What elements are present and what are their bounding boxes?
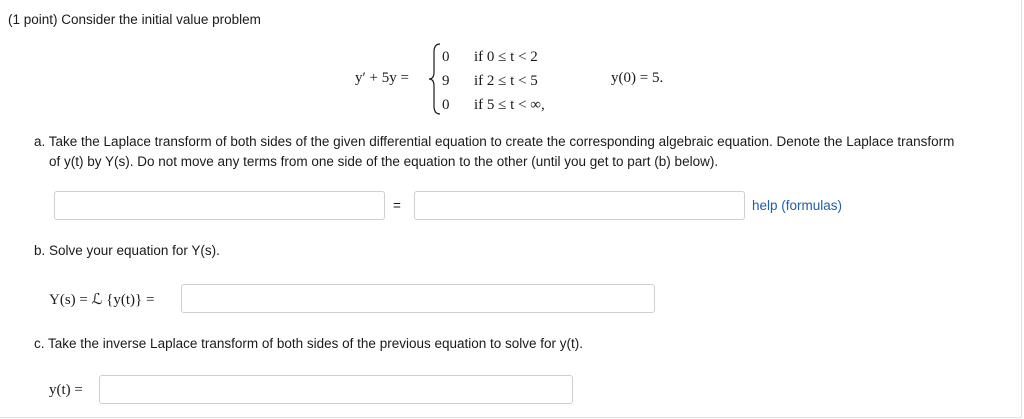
initial-condition: y(0) = 5. — [611, 70, 664, 86]
part-a-line-1: a. Take the Laplace transform of both si… — [34, 134, 955, 149]
piecewise-brace — [428, 43, 441, 115]
equals-sign: = — [393, 198, 401, 213]
part-c-prompt: c. Take the inverse Laplace transform of… — [34, 336, 584, 351]
help-formulas-link[interactable]: help (formulas) — [752, 198, 842, 213]
part-a-line-2: of y(t) by Y(s). Do not move any terms f… — [49, 154, 719, 169]
piecewise-conditions: if 0 ≤ t < 2 if 2 ≤ t < 5 if 5 ≤ t < ∞, — [474, 45, 545, 117]
part-b-prompt: b. Solve your equation for Y(s). — [34, 243, 220, 258]
case-condition: if 5 ≤ t < ∞, — [474, 97, 545, 113]
case-value: 0 — [442, 49, 450, 65]
yt-input[interactable] — [99, 375, 573, 404]
case-value: 9 — [442, 73, 450, 89]
ys-input[interactable] — [181, 284, 655, 313]
part-c-label: y(t) = — [49, 382, 83, 398]
part-a-prompt: a. Take the Laplace transform of both si… — [34, 132, 1019, 172]
part-b-label: Y(s) = ℒ {y(t)} = — [49, 292, 155, 308]
laplace-rhs-input[interactable] — [414, 191, 745, 220]
problem-header: (1 point) Consider the initial value pro… — [8, 12, 261, 27]
case-condition: if 0 ≤ t < 2 — [474, 49, 538, 65]
case-value: 0 — [442, 97, 450, 113]
piecewise-values: 0 9 0 — [442, 45, 450, 117]
laplace-lhs-input[interactable] — [54, 191, 385, 220]
case-condition: if 2 ≤ t < 5 — [474, 73, 538, 89]
equation-lhs: y′ + 5y = — [355, 70, 409, 86]
